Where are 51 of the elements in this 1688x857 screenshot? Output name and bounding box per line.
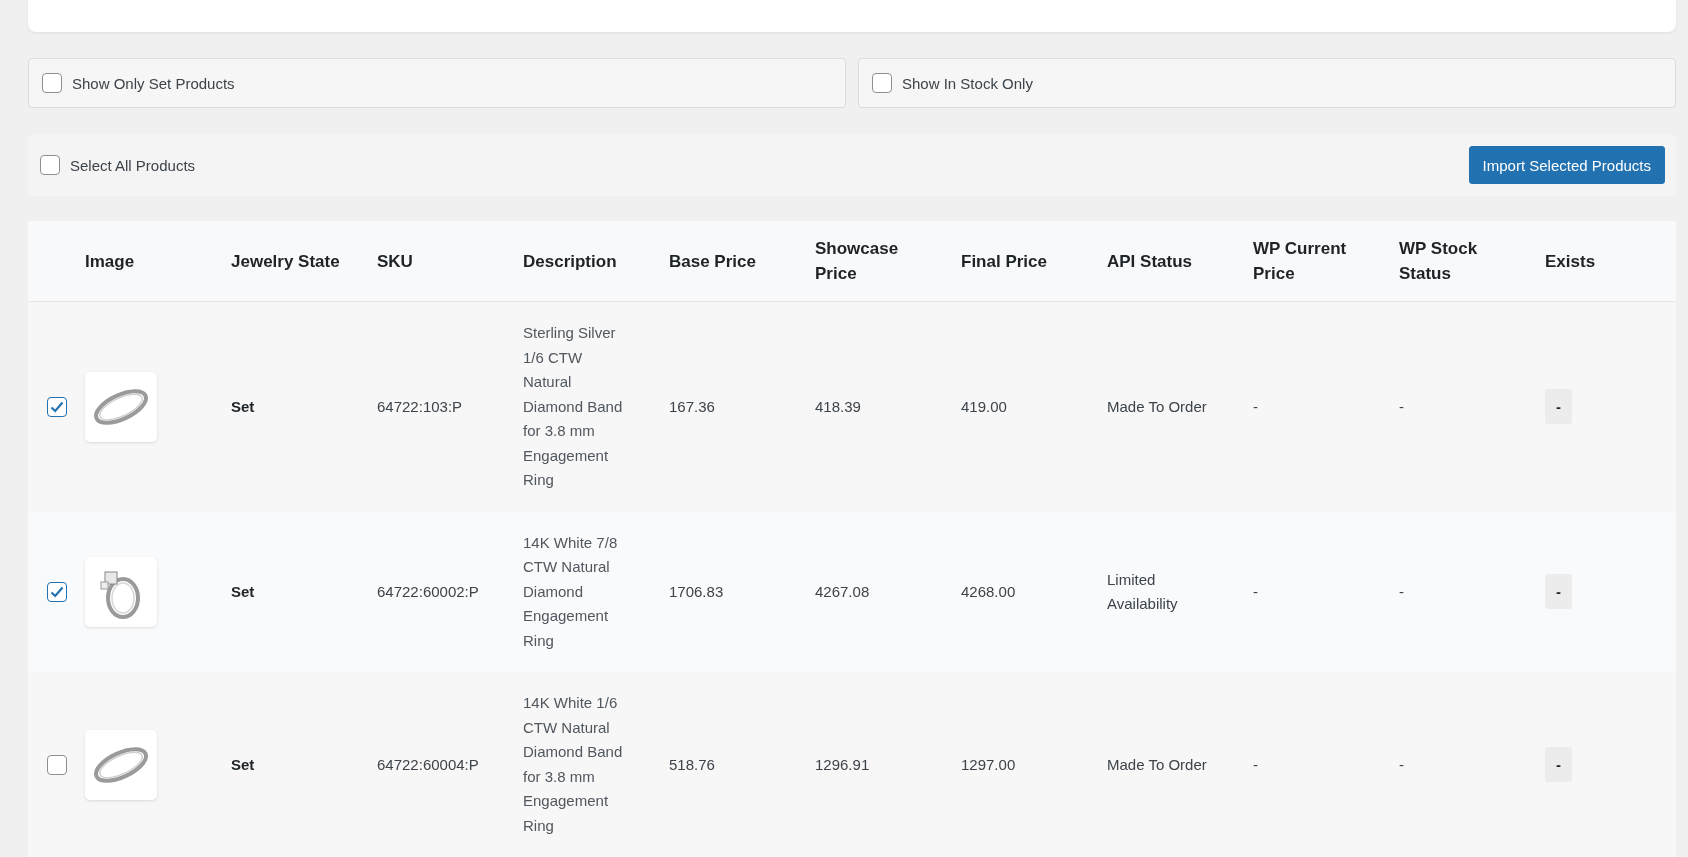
column-header[interactable]: Final Price: [961, 248, 1079, 274]
table-cell-text: Made To Order: [1107, 754, 1208, 775]
table-cell-text: 1706.83: [669, 581, 725, 602]
table-cell-text: 64722:103:P: [377, 396, 464, 417]
table-cell-text: Set: [231, 396, 256, 417]
import-button[interactable]: Import Selected Products: [1468, 146, 1665, 184]
column-header[interactable]: WP Stock Status: [1399, 236, 1517, 286]
table-cell-text: Made To Order: [1107, 396, 1208, 417]
table-cell-text: Set: [231, 754, 256, 775]
column-header[interactable]: WP Current Price: [1253, 236, 1371, 286]
table-cell-text: Sterling Silver 1/6 CTW Natural Diamond Band for 3.8 mm Engagement Ring: [523, 323, 624, 490]
checkbox[interactable]: [42, 73, 62, 93]
exists-badge: -: [1545, 747, 1572, 782]
column-header[interactable]: API Status: [1107, 248, 1225, 274]
checkbox[interactable]: [46, 396, 67, 417]
checkbox[interactable]: [40, 155, 60, 175]
table-cell-text: -: [1399, 396, 1405, 417]
column-header[interactable]: SKU: [377, 248, 495, 274]
table-cell-text: 1296.91: [815, 754, 871, 775]
exists-badge: -: [1545, 389, 1572, 425]
table-cell-text: 64722:60004:P: [377, 754, 480, 775]
table-cell-text: Set: [231, 581, 256, 602]
table-cell-text: -: [1399, 754, 1405, 775]
table-cell-text: 1297.00: [961, 754, 1017, 775]
column-header[interactable]: Showcase Price: [815, 236, 933, 286]
column-header[interactable]: Image: [85, 248, 203, 274]
table-cell-text: 14K White 7/8 CTW Natural Diamond Engagement Ring: [523, 532, 619, 651]
table-cell-text: 419.00: [961, 396, 1008, 417]
table-cell-text: 4268.00: [961, 581, 1017, 602]
table-cell-text: 4267.08: [815, 581, 871, 602]
table-cell-text: -: [1253, 754, 1259, 775]
checkbox[interactable]: [46, 581, 67, 602]
table-cell-text: 518.76: [669, 754, 716, 775]
table-cell-text: 418.39: [815, 396, 862, 417]
table-cell-text: -: [1253, 581, 1259, 602]
exists-badge: -: [1545, 574, 1572, 610]
filter-label: Show In Stock Only: [902, 74, 1033, 92]
column-header[interactable]: Jewelry State: [231, 248, 349, 274]
checkbox[interactable]: [872, 73, 892, 93]
select-all-label: Select All Products: [70, 156, 196, 174]
table-cell-text: 64722:60002:P: [377, 581, 480, 602]
column-header[interactable]: Base Price: [669, 248, 787, 274]
table-cell-text: 14K White 1/6 CTW Natural Diamond Band for 3.8 mm Engagement Ring: [523, 693, 624, 836]
table-cell-text: Limited Availability: [1107, 569, 1179, 614]
table-cell-text: 167.36: [669, 396, 716, 417]
column-header[interactable]: Exists: [1545, 248, 1663, 274]
column-header[interactable]: Description: [523, 248, 641, 274]
table-cell-text: -: [1253, 396, 1259, 417]
filter-label: Show Only Set Products: [72, 74, 235, 92]
checkbox[interactable]: [46, 754, 67, 775]
table-cell-text: -: [1399, 581, 1405, 602]
